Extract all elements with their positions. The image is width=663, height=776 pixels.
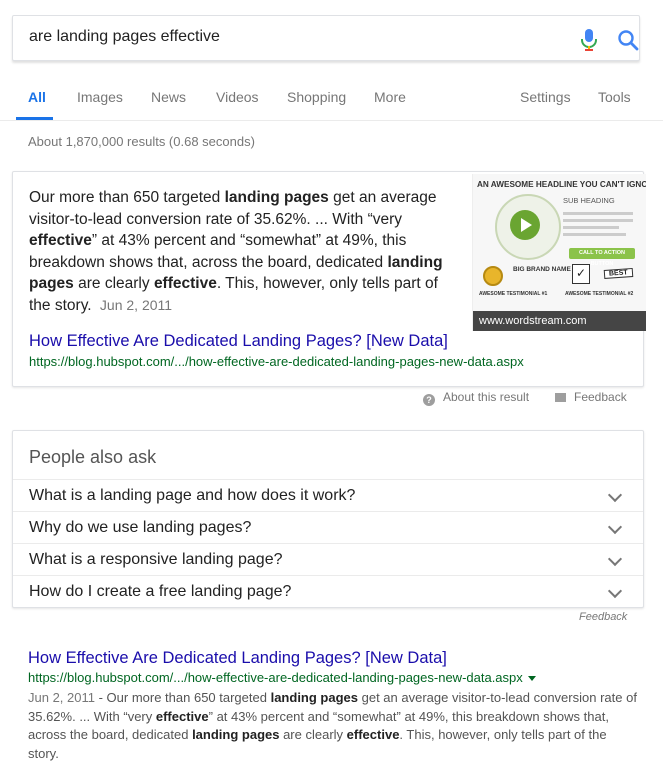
result-date: Jun 2, 2011 xyxy=(28,690,95,705)
snippet-url: https://blog.hubspot.com/.../how-effecti… xyxy=(29,354,524,369)
result-stats: About 1,870,000 results (0.68 seconds) xyxy=(28,134,255,149)
about-this-result-label: About this result xyxy=(443,390,530,404)
result-url-text: https://blog.hubspot.com/.../how-effecti… xyxy=(28,670,523,685)
tab-all[interactable]: All xyxy=(28,89,46,105)
thumbnail-brand: BIG BRAND NAME xyxy=(513,266,571,273)
snippet-date: Jun 2, 2011 xyxy=(99,296,173,313)
tab-shopping[interactable]: Shopping xyxy=(287,89,346,105)
result-snippet-part: - Our more than 650 targeted xyxy=(94,690,271,705)
snippet-feedback-label: Feedback xyxy=(574,390,627,404)
paa-title: People also ask xyxy=(29,447,157,467)
thumbnail-subheading: SUB HEADING xyxy=(563,196,615,205)
snippet-text-part: effective xyxy=(153,275,217,292)
thumbnail-cta: CALL TO ACTION BUTTON xyxy=(569,248,635,267)
people-also-ask: People also ask What is a landing page a… xyxy=(12,430,644,608)
search-input[interactable]: are landing pages effective xyxy=(29,28,220,46)
thumbnail-best-badge: BEST xyxy=(603,268,633,279)
chevron-down-icon xyxy=(607,519,623,535)
snippet-text-part: landing pages xyxy=(224,189,329,206)
result-snippet: Jun 2, 2011 - Our more than 650 targeted… xyxy=(28,689,638,763)
tab-news[interactable]: News xyxy=(151,89,186,105)
paa-question-label: What is a landing page and how does it w… xyxy=(29,487,356,504)
result-title-link[interactable]: How Effective Are Dedicated Landing Page… xyxy=(28,649,447,668)
snippet-text: Our more than 650 targeted landing pages… xyxy=(29,187,447,316)
play-icon xyxy=(510,210,540,240)
tab-images[interactable]: Images xyxy=(77,89,123,105)
paa-question-label: How do I create a free landing page? xyxy=(29,583,292,600)
result-snippet-part: effective xyxy=(346,727,400,742)
about-this-result[interactable]: ? About this result xyxy=(423,390,529,406)
snippet-text-part: effective xyxy=(29,232,92,249)
checkmark-icon: ✓ xyxy=(572,264,590,284)
tab-tools[interactable]: Tools xyxy=(598,89,631,105)
medal-icon xyxy=(483,266,503,286)
thumbnail-testimonial-1: AWESOME TESTIMONIAL #1 xyxy=(479,291,548,297)
help-icon: ? xyxy=(423,394,435,406)
thumbnail-testimonial-2: AWESOME TESTIMONIAL #2 xyxy=(565,291,634,297)
paa-question-label: Why do we use landing pages? xyxy=(29,519,252,536)
microphone-icon[interactable] xyxy=(579,28,599,52)
thumbnail-caption: www.wordstream.com xyxy=(473,311,646,331)
active-tab-indicator xyxy=(16,117,53,120)
snippet-text-part: Our more than 650 targeted xyxy=(29,189,225,206)
feedback-icon xyxy=(555,393,566,402)
thumbnail-headline: AN AWESOME HEADLINE YOU CAN'T IGNORE xyxy=(477,180,646,189)
paa-question[interactable]: Why do we use landing pages? xyxy=(13,511,643,544)
result-snippet-part: landing pages xyxy=(270,690,358,705)
thumbnail-text-lines xyxy=(563,212,633,240)
snippet-text-part: are clearly xyxy=(73,275,154,292)
chevron-down-icon xyxy=(607,487,623,503)
paa-question[interactable]: What is a responsive landing page? xyxy=(13,543,643,576)
chevron-down-icon xyxy=(607,551,623,567)
result-url: https://blog.hubspot.com/.../how-effecti… xyxy=(28,670,536,685)
result-snippet-part: are clearly xyxy=(279,727,347,742)
search-tabs: All Images News Videos Shopping More Set… xyxy=(0,60,663,121)
dropdown-arrow-icon[interactable] xyxy=(527,676,536,681)
snippet-feedback[interactable]: Feedback xyxy=(555,390,627,404)
chevron-down-icon xyxy=(607,583,623,599)
paa-question-label: What is a responsive landing page? xyxy=(29,551,283,568)
result-snippet-part: landing pages xyxy=(192,727,280,742)
paa-question[interactable]: How do I create a free landing page? xyxy=(13,575,643,608)
featured-snippet: Our more than 650 targeted landing pages… xyxy=(12,171,646,387)
snippet-thumbnail[interactable]: AN AWESOME HEADLINE YOU CAN'T IGNORE SUB… xyxy=(472,174,646,331)
paa-feedback[interactable]: Feedback xyxy=(579,611,627,623)
snippet-title-link[interactable]: How Effective Are Dedicated Landing Page… xyxy=(29,332,448,351)
tab-settings[interactable]: Settings xyxy=(520,89,571,105)
paa-question[interactable]: What is a landing page and how does it w… xyxy=(13,479,643,512)
result-snippet-part: effective xyxy=(155,708,209,724)
search-icon[interactable] xyxy=(616,28,640,52)
tab-videos[interactable]: Videos xyxy=(216,89,259,105)
tab-more[interactable]: More xyxy=(374,89,406,105)
search-box[interactable]: are landing pages effective xyxy=(12,15,640,61)
